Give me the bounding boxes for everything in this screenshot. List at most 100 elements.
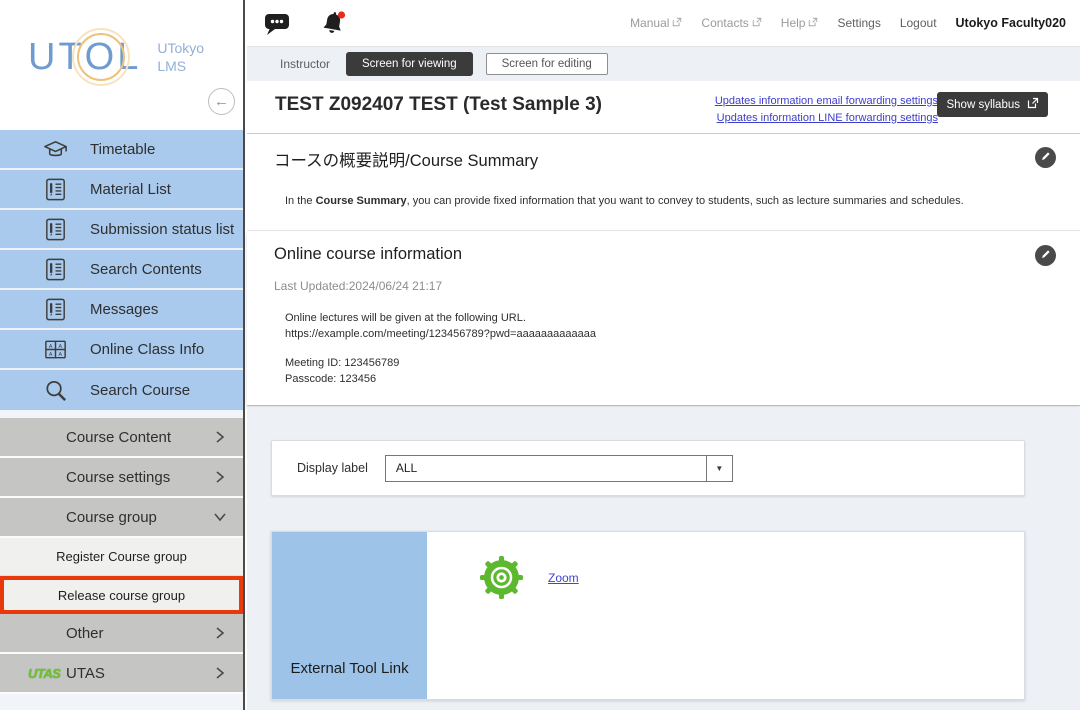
course-summary-section: コースの概要説明/Course Summary In the Course Su… [247, 134, 1080, 231]
course-title-row: TEST Z092407 TEST (Test Sample 3) Update… [247, 81, 1080, 134]
online-info-line: Passcode: 123456 [285, 371, 596, 387]
topnav-label: Manual [630, 16, 669, 30]
sidebar-group-utas[interactable]: UTAS UTAS [0, 654, 243, 694]
chat-icon[interactable] [263, 11, 293, 43]
sidebar-collapse-button[interactable]: ← [208, 88, 235, 115]
online-info-body: Online lectures will be given at the fol… [285, 310, 596, 387]
sidebar-item-label: Messages [90, 301, 158, 318]
topnav-logout[interactable]: Logout [900, 16, 937, 30]
chevron-down-icon [212, 509, 228, 525]
display-label-select[interactable]: ALL ▼ [385, 455, 733, 482]
sidebar-group-label: Course group [66, 509, 157, 526]
course-title: TEST Z092407 TEST (Test Sample 3) [275, 94, 602, 116]
summary-text-prefix: In the [285, 195, 316, 207]
pencil-icon [1040, 247, 1052, 265]
sidebar-group-label: UTAS [66, 665, 105, 682]
sidebar-gap [0, 410, 243, 418]
notification-bell-icon[interactable] [319, 10, 349, 44]
external-tool-category: External Tool Link [272, 532, 427, 699]
display-label-filter-card: Display label ALL ▼ [271, 440, 1025, 496]
external-link-icon [672, 16, 682, 30]
sidebar-item-online-class-info[interactable]: AAAA Online Class Info [0, 330, 243, 370]
sidebar-item-search-course[interactable]: Search Course [0, 370, 243, 410]
sidebar-group-label: Course Content [66, 429, 171, 446]
show-syllabus-label: Show syllabus [946, 99, 1020, 111]
sidebar-group-label: Course settings [66, 469, 170, 486]
sidebar-group-course-settings[interactable]: Course settings [0, 458, 243, 498]
show-syllabus-button[interactable]: Show syllabus [937, 92, 1048, 117]
sidebar-item-material-list[interactable]: Material List [0, 170, 243, 210]
external-link-icon [752, 16, 762, 30]
topbar: Manual Contacts Help Settings Logout Utokyo … [247, 0, 1080, 47]
edit-online-info-button[interactable] [1035, 245, 1056, 266]
sidebar-group-course-content[interactable]: Course Content [0, 418, 243, 458]
display-label-selected-value: ALL [396, 461, 417, 475]
online-info-line: Online lectures will be given at the fol… [285, 310, 596, 326]
svg-text:A: A [49, 343, 53, 349]
logo-letter-o: O [85, 38, 118, 76]
online-info-heading: Online course information [274, 245, 462, 264]
utol-logo-subtitle: UTokyo LMS [157, 39, 204, 75]
svg-text:A: A [49, 351, 53, 357]
display-label-text: Display label [297, 461, 368, 475]
forwarding-links: Updates information email forwarding set… [715, 95, 938, 124]
topnav-settings[interactable]: Settings [837, 16, 880, 30]
sidebar-item-timetable[interactable]: Timetable [0, 130, 243, 170]
external-tool-category-label: External Tool Link [272, 660, 427, 677]
topnav-label: Settings [837, 16, 880, 30]
zoom-tool-link[interactable]: Zoom [548, 571, 579, 585]
logo-area: UTOL UTokyo LMS ← [0, 0, 243, 130]
screen-for-editing-tab[interactable]: Screen for editing [486, 53, 608, 75]
edit-summary-button[interactable] [1035, 147, 1056, 168]
svg-text:A: A [59, 351, 63, 357]
topnav-contacts[interactable]: Contacts [701, 16, 761, 30]
gear-icon[interactable] [478, 554, 525, 601]
sidebar-item-search-contents[interactable]: Search Contents [0, 250, 243, 290]
topnav-manual[interactable]: Manual [630, 16, 682, 30]
forwarding-link[interactable]: Updates information email forwarding set… [715, 95, 938, 107]
course-summary-heading: コースの概要説明/Course Summary [274, 147, 538, 171]
sidebar-item-label: Search Course [90, 382, 190, 399]
role-label: Instructor [280, 57, 330, 71]
screen-for-viewing-tab[interactable]: Screen for viewing [346, 52, 473, 76]
topnav-label: Help [781, 16, 806, 30]
chevron-right-icon [212, 429, 228, 445]
chevron-right-icon [212, 469, 228, 485]
content-lower-area: Display label ALL ▼ External Tool Link [247, 407, 1080, 710]
logo-subtitle-line2: LMS [157, 57, 204, 75]
graduation-cap-icon [42, 136, 69, 163]
sidebar-item-label: Online Class Info [90, 341, 204, 358]
external-tool-body: Zoom [427, 532, 1024, 699]
sidebar-subitem-release-course-group[interactable]: Release course group [0, 576, 243, 614]
utas-logo-icon: UTAS [28, 666, 60, 681]
pencil-icon [1040, 149, 1052, 167]
forwarding-link[interactable]: Updates information LINE forwarding sett… [717, 112, 938, 124]
summary-text-suffix: , you can provide fixed information that… [407, 195, 964, 207]
sidebar-group-other[interactable]: Other [0, 614, 243, 654]
chevron-right-icon [212, 625, 228, 641]
sidebar-subitem-label: Release course group [58, 588, 185, 603]
sidebar-item-messages[interactable]: Messages [0, 290, 243, 330]
online-info-line: Meeting ID: 123456789 [285, 355, 596, 371]
sidebar-item-submission-status-list[interactable]: Submission status list [0, 210, 243, 250]
main-content: Manual Contacts Help Settings Logout Utokyo … [247, 0, 1080, 710]
topnav-help[interactable]: Help [781, 16, 819, 30]
material-list-icon [42, 216, 69, 243]
user-name[interactable]: Utokyo Faculty020 [956, 16, 1066, 30]
course-summary-body: In the Course Summary, you can provide f… [285, 195, 964, 207]
online-course-info-section: Online course information Last Updated:2… [247, 232, 1080, 406]
sidebar-group-label: Other [66, 625, 104, 642]
topnav-label: Contacts [701, 16, 748, 30]
svg-text:A: A [59, 343, 63, 349]
utol-logo: UTOL UTokyo LMS [28, 38, 204, 76]
sidebar-subitem-register-course-group[interactable]: Register Course group [0, 538, 243, 576]
sidebar-group-course-group[interactable]: Course group [0, 498, 243, 538]
topnav-label: Logout [900, 16, 937, 30]
view-mode-tabbar: Instructor Screen for viewing Screen for… [247, 47, 1080, 81]
sidebar: UTOL UTokyo LMS ← Timetable Material Lis… [0, 0, 245, 710]
dropdown-arrow-icon[interactable]: ▼ [706, 456, 732, 481]
sidebar-item-label: Timetable [90, 141, 155, 158]
last-updated-label: Last Updated:2024/06/24 21:17 [274, 279, 442, 293]
external-tool-card: External Tool Link [271, 531, 1025, 700]
material-list-icon [42, 296, 69, 323]
